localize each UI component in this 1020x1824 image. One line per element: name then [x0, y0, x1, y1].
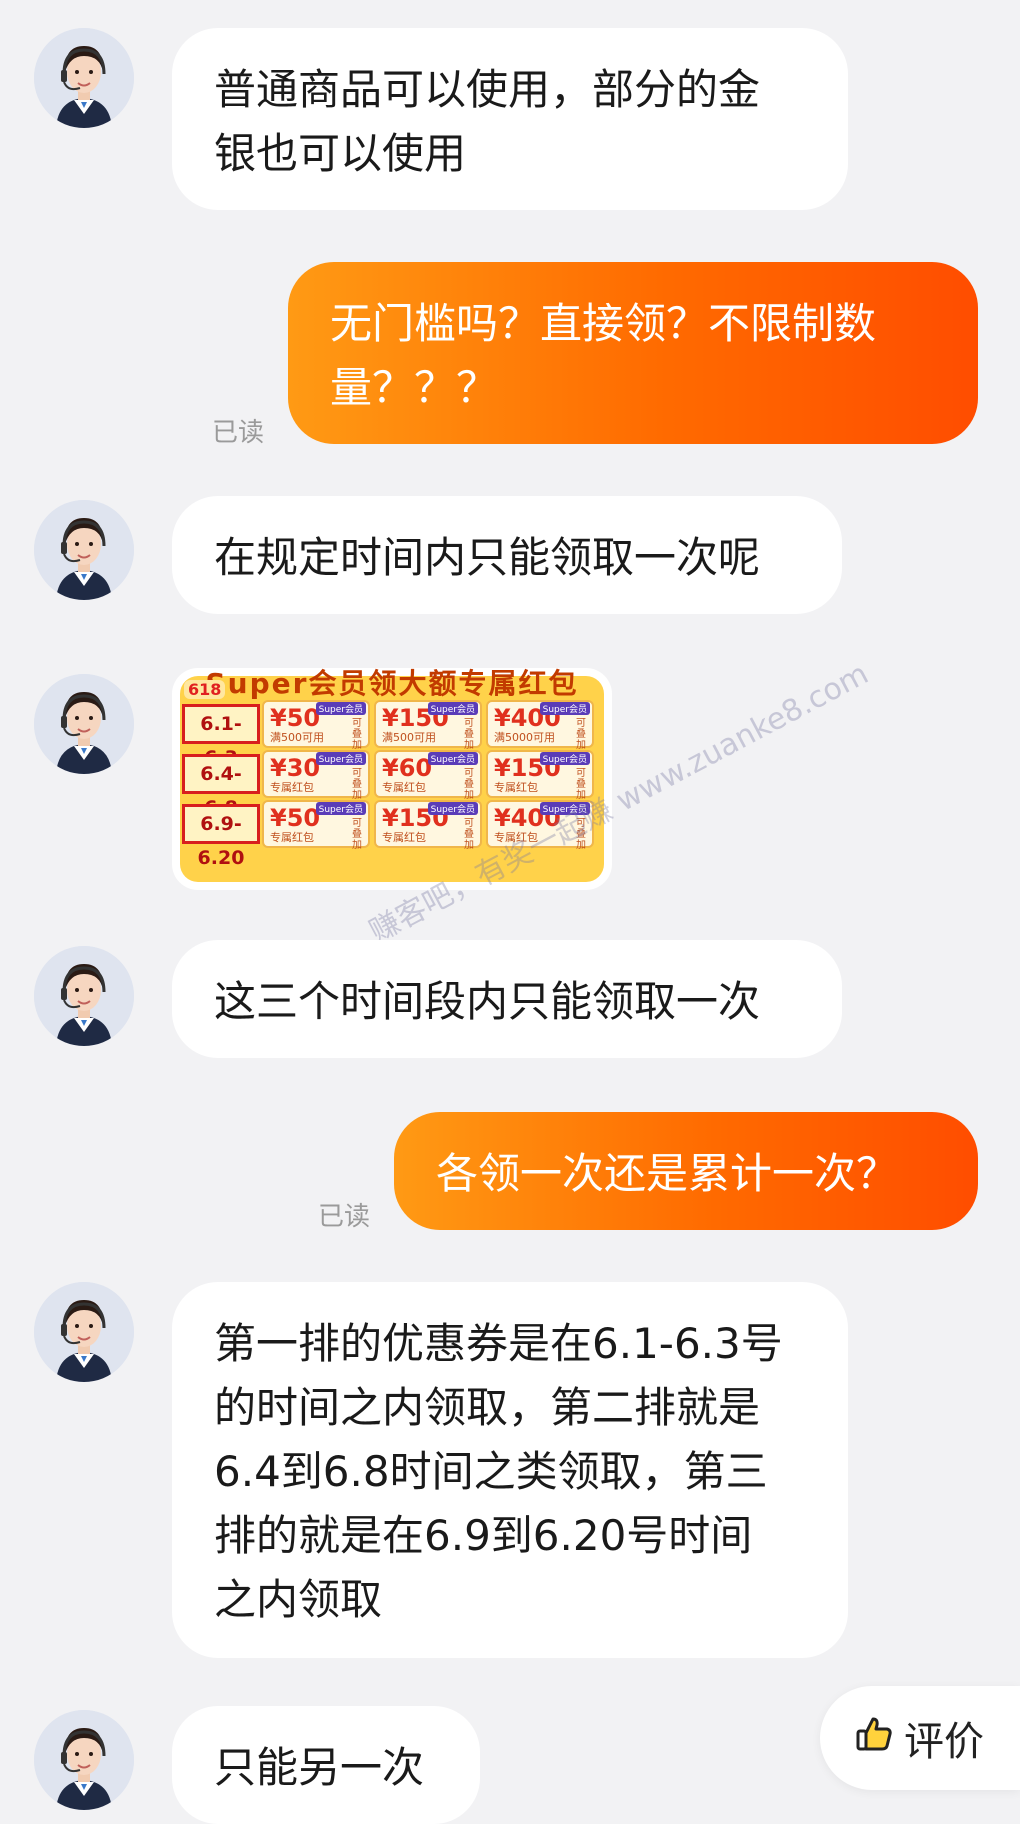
coupon-stack-label: 可叠加	[464, 818, 474, 851]
agent-avatar[interactable]	[34, 500, 134, 600]
coupon-condition: 专属红包	[270, 831, 314, 844]
coupon-stack-label: 可叠加	[576, 718, 586, 751]
agent-avatar[interactable]	[34, 1282, 134, 1382]
thumbs-up-icon	[854, 1713, 894, 1763]
coupon-condition: 专属红包	[382, 831, 426, 844]
coupon-date-range: 6.9-6.20	[182, 804, 260, 869]
coupon-condition: 专属红包	[494, 781, 538, 794]
incoming-message: 在规定时间内只能领取一次呢	[172, 496, 842, 614]
coupon-card: ¥60 专属红包 Super会员可叠加	[374, 750, 482, 801]
coupon-tag: Super会员	[539, 752, 590, 765]
coupon-stack-label: 可叠加	[352, 768, 362, 801]
coupon-amount: ¥60	[382, 754, 433, 782]
incoming-message: 普通商品可以使用，部分的金 银也可以使用	[172, 28, 848, 210]
coupon-card: ¥50 专属红包 Super会员可叠加	[262, 800, 370, 851]
coupon-card: ¥30 专属红包 Super会员可叠加	[262, 750, 370, 801]
agent-avatar[interactable]	[34, 674, 134, 774]
outgoing-message: 各领一次还是累计一次？	[394, 1112, 978, 1230]
coupon-tag: Super会员	[427, 802, 478, 815]
agent-avatar[interactable]	[34, 28, 134, 128]
coupon-condition: 满500可用	[382, 731, 436, 744]
coupon-banner: Super会员领大额专属红包	[205, 668, 579, 700]
coupon-stack-label: 可叠加	[464, 718, 474, 751]
incoming-message: 第一排的优惠券是在6.1-6.3号 的时间之内领取，第二排就是 6.4到6.8时…	[172, 1282, 848, 1658]
coupon-tag: Super会员	[315, 702, 366, 715]
coupon-card: ¥150 专属红包 Super会员 可叠加	[374, 800, 482, 851]
coupon-card: ¥50 满500可用 Super会员可叠加	[262, 700, 370, 751]
read-receipt: 已读	[212, 418, 265, 448]
coupon-amount: ¥50	[270, 804, 321, 832]
coupon-condition: 满500可用	[270, 731, 324, 744]
coupon-tag: Super会员	[427, 702, 478, 715]
coupon-amount: ¥30	[270, 754, 321, 782]
read-receipt: 已读	[318, 1202, 371, 1232]
coupon-stack-label: 可叠加	[352, 818, 362, 851]
coupon-card: ¥150 满500可用 Super会员 可叠加	[374, 700, 482, 751]
incoming-message: 只能另一次	[172, 1706, 480, 1824]
badge-618: 618	[184, 680, 226, 699]
coupon-amount: ¥50	[270, 704, 321, 732]
agent-avatar[interactable]	[34, 1710, 134, 1810]
rate-button[interactable]: 评价	[820, 1686, 1020, 1790]
coupon-date-range: 6.4-6.8	[182, 754, 260, 819]
coupon-condition: 专属红包	[270, 781, 314, 794]
coupon-condition: 专属红包	[382, 781, 426, 794]
coupon-card: ¥400 满5000可用 Super会员 可叠加	[486, 700, 594, 751]
agent-avatar[interactable]	[34, 946, 134, 1046]
coupon-condition: 满5000可用	[494, 731, 555, 744]
coupon-tag: Super会员	[427, 752, 478, 765]
coupon-tag: Super会员	[315, 752, 366, 765]
coupon-stack-label: 可叠加	[352, 718, 362, 751]
coupon-card: ¥150 专属红包 Super会员 可叠加	[486, 750, 594, 801]
coupon-tag: Super会员	[315, 802, 366, 815]
coupon-tag: Super会员	[539, 702, 590, 715]
rate-label: 评价	[904, 1719, 984, 1765]
outgoing-message: 无门槛吗？直接领？不限制数 量？？？	[288, 262, 978, 444]
coupon-date-range: 6.1-6.3	[182, 704, 260, 769]
coupon-stack-label: 可叠加	[464, 768, 474, 801]
incoming-message: 这三个时间段内只能领取一次	[172, 940, 842, 1058]
